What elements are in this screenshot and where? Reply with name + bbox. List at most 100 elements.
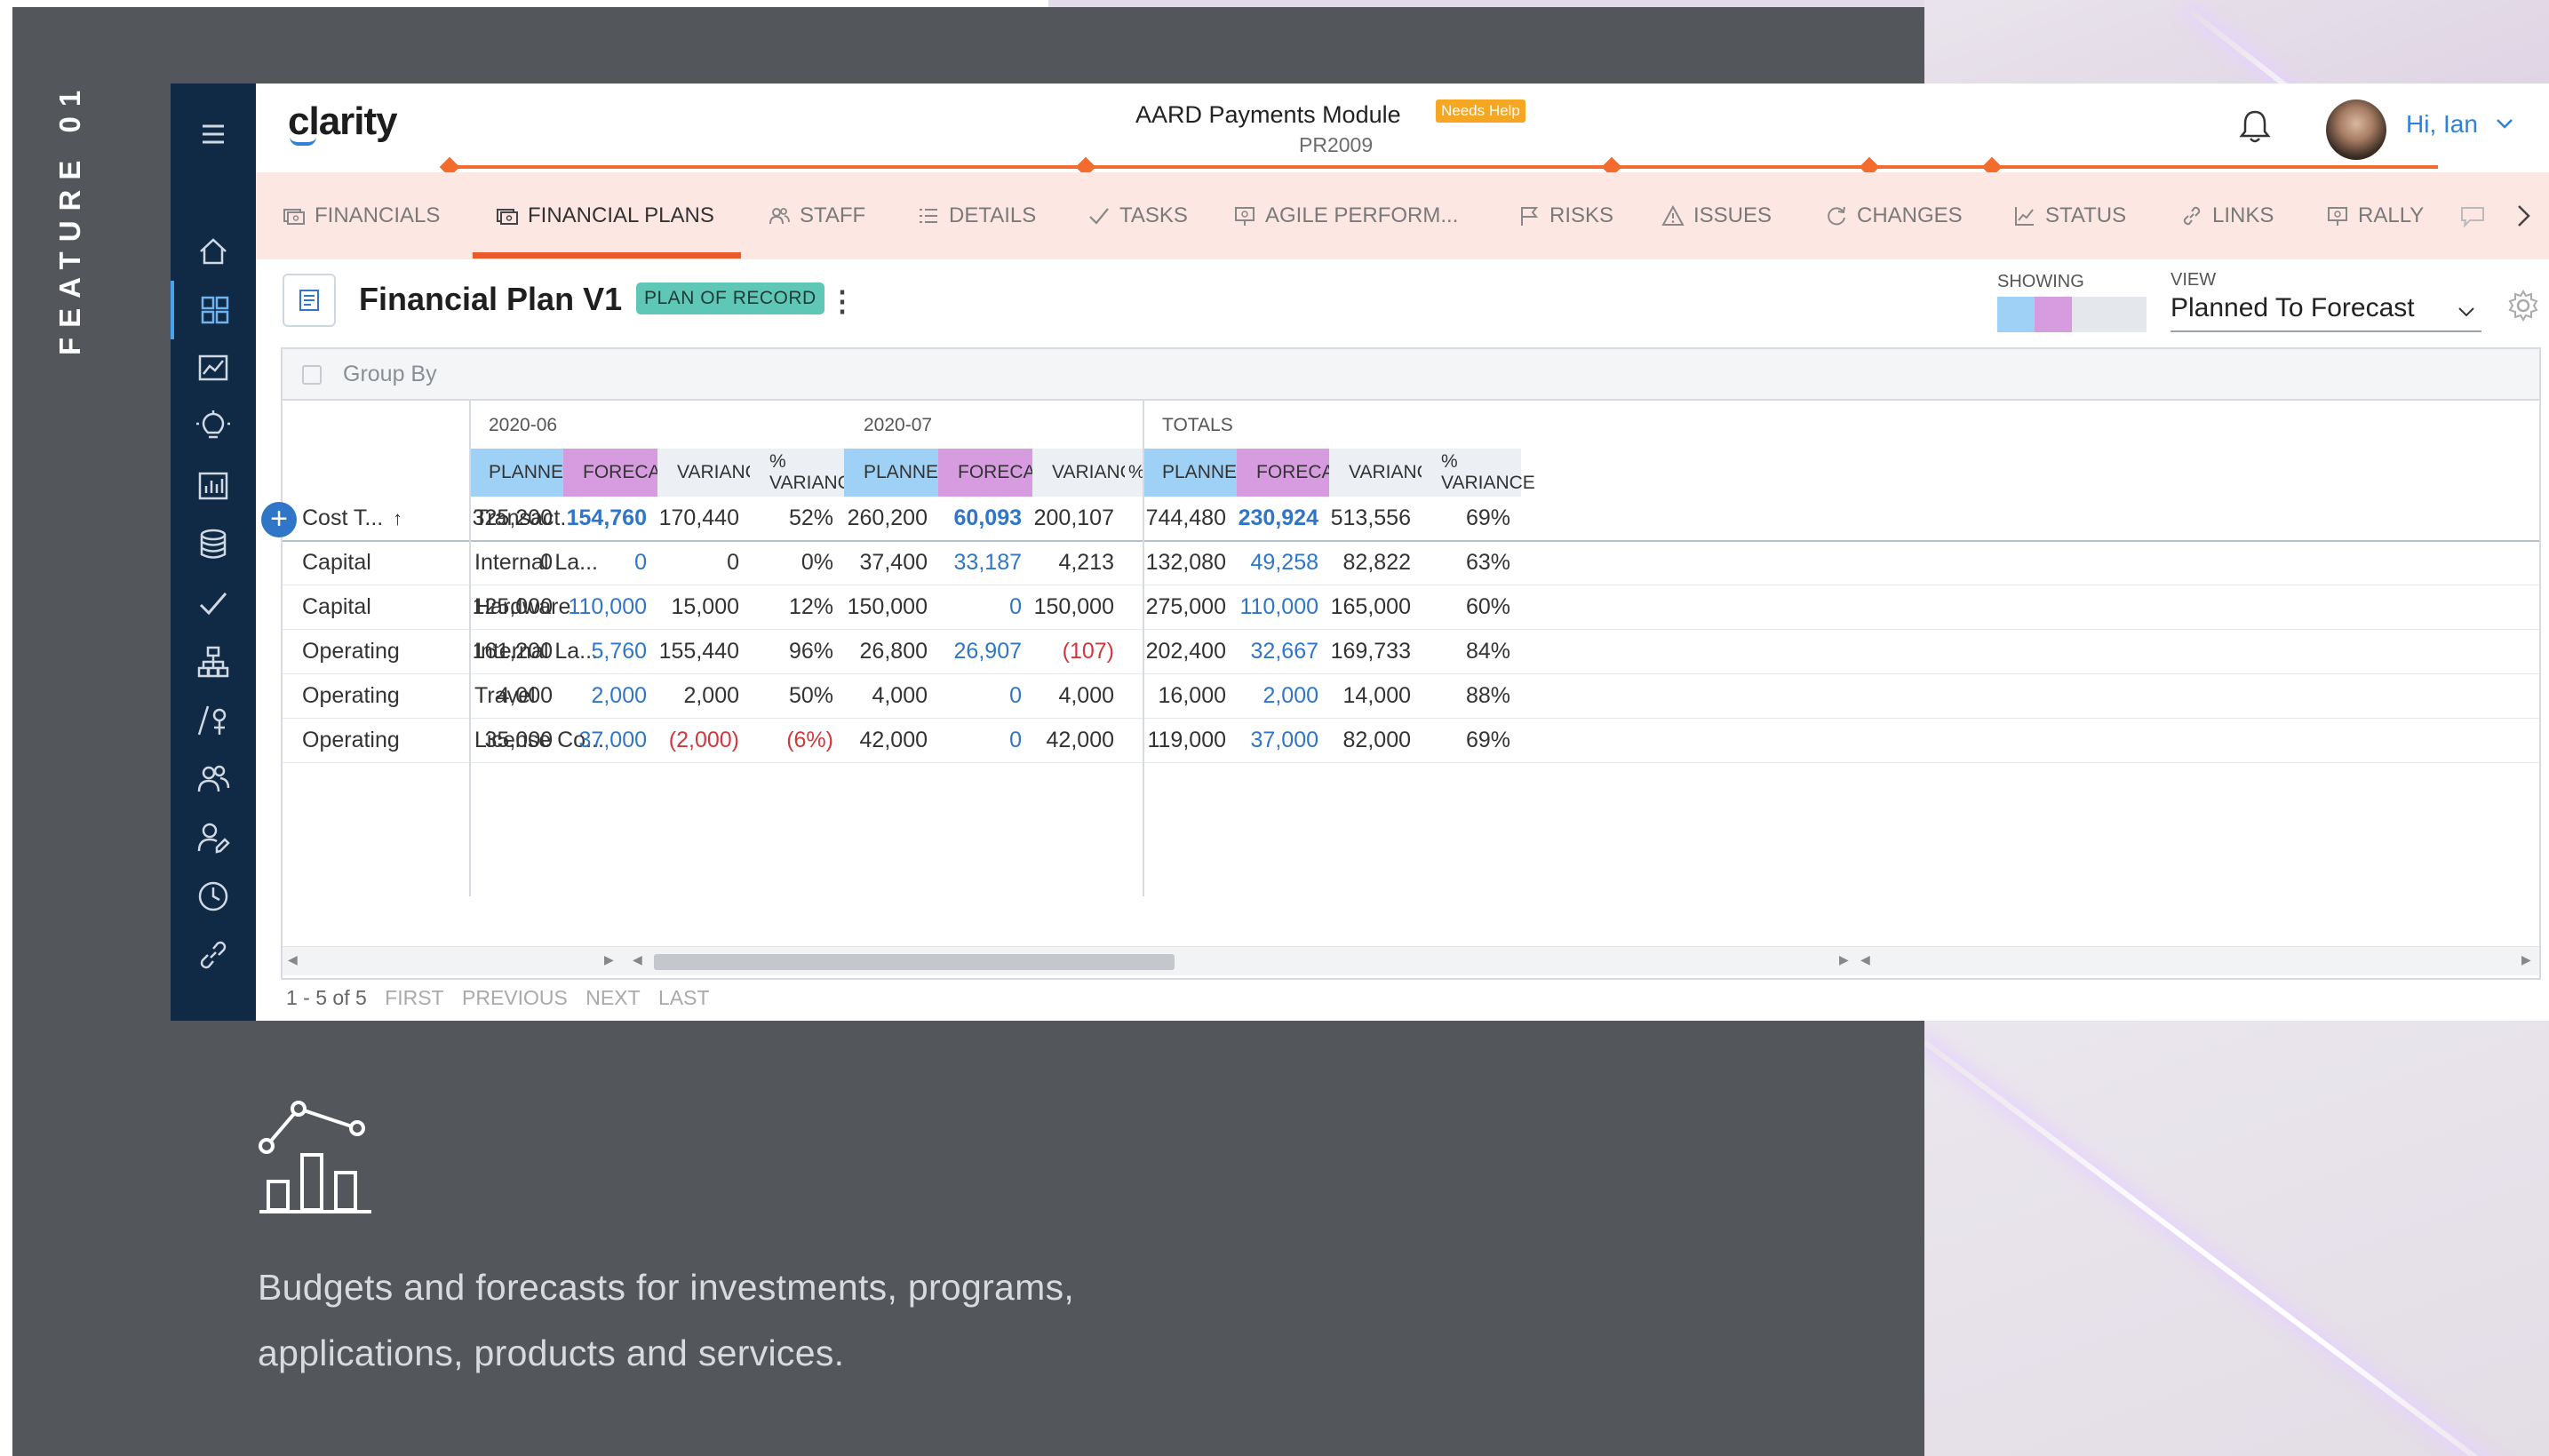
forecast-cell[interactable]: 154,760 — [563, 497, 647, 540]
last-page-link[interactable]: LAST — [658, 986, 710, 1009]
forecast-cell[interactable]: 32,667 — [1237, 630, 1318, 673]
scroll-right-arrow[interactable]: ▶ — [604, 952, 614, 967]
horizontal-scrollbar[interactable]: ◀ ▶ ◀ ▶ ◀ ▶ — [283, 946, 2539, 975]
kebab-menu-icon[interactable]: ⋮ — [828, 284, 856, 318]
next-page-link[interactable]: NEXT — [585, 986, 640, 1009]
user-edit-icon — [197, 823, 230, 854]
sidebar-item-user-edit[interactable] — [171, 808, 256, 867]
gear-icon[interactable] — [2505, 288, 2541, 323]
forecast-cell[interactable]: 110,000 — [563, 585, 647, 629]
forecast-cell[interactable]: 26,907 — [938, 630, 1022, 673]
tab-tasks[interactable]: TASKS — [1087, 172, 1188, 259]
chevron-right-icon[interactable] — [2513, 203, 2534, 229]
user-greeting[interactable]: Hi, Ian — [2406, 110, 2478, 139]
money-icon — [283, 209, 305, 225]
column-header[interactable]: % VARIANCE — [750, 449, 864, 497]
scroll-left-arrow[interactable]: ◀ — [633, 952, 642, 967]
table-row[interactable]: Operating Travel 4,000 2,000 2,000 50% 4,000 0 4… — [283, 674, 2539, 719]
sidebar-item-lightbulb[interactable] — [171, 398, 256, 457]
showing-swatch-pct-variance[interactable] — [2109, 297, 2147, 332]
forecast-cell[interactable]: 0 — [938, 585, 1022, 629]
group-by-icon — [302, 365, 322, 385]
showing-swatch-planned[interactable] — [1997, 297, 2035, 332]
sidebar-item-team[interactable] — [171, 750, 256, 808]
bell-icon[interactable] — [2234, 105, 2276, 147]
tab-status[interactable]: STATUS — [2013, 172, 2126, 259]
tab-links[interactable]: LINKS — [2180, 172, 2274, 259]
value-cell: 0% — [801, 550, 833, 575]
showing-color-toggle[interactable] — [1997, 297, 2147, 332]
tab-changes[interactable]: CHANGES — [1825, 172, 1963, 259]
first-page-link[interactable]: FIRST — [385, 986, 443, 1009]
forecast-cell[interactable]: 49,258 — [1237, 541, 1318, 585]
forecast-cell[interactable]: 0 — [938, 719, 1022, 762]
showing-swatch-variance[interactable] — [2072, 297, 2109, 332]
sidebar-item-database[interactable] — [171, 515, 256, 574]
page-title: Financial Plan V1 — [359, 281, 623, 317]
column-header[interactable]: FORECAST — [938, 449, 1059, 497]
scroll-left-arrow[interactable]: ◀ — [1860, 952, 1870, 967]
forecast-cell[interactable]: 2,000 — [1237, 674, 1318, 718]
forecast-cell[interactable]: 5,760 — [563, 630, 647, 673]
previous-page-link[interactable]: PREVIOUS — [462, 986, 568, 1009]
tab-staff[interactable]: STAFF — [768, 172, 865, 259]
column-header[interactable]: PLANNED — [844, 449, 952, 497]
tab-risks[interactable]: RISKS — [1517, 172, 1613, 259]
column-header[interactable]: % — [1125, 449, 1145, 497]
sidebar-item-bar-chart[interactable] — [171, 457, 256, 515]
showing-swatch-forecast[interactable] — [2035, 297, 2072, 332]
table-header-row: + Cost T... ↑ Transact... 325,200 154,760 170,… — [261, 497, 2539, 542]
scroll-right-arrow[interactable]: ▶ — [1839, 952, 1849, 967]
forecast-cell[interactable]: 60,093 — [938, 497, 1022, 540]
column-header[interactable]: VARIANCE — [1032, 449, 1146, 497]
sidebar-item-checkmark[interactable] — [171, 574, 256, 633]
table-row[interactable]: Capital Internal La... 0 0 0 0% 37,400 33,187 4,… — [283, 541, 2539, 585]
column-header[interactable]: VARIANCE — [657, 449, 771, 497]
comment-icon[interactable] — [2459, 204, 2486, 227]
value-cell: 0 — [727, 550, 739, 575]
sidebar-item-dashboard-grid[interactable] — [171, 281, 256, 339]
forecast-cell[interactable]: 0 — [563, 541, 647, 585]
sidebar-item-clock[interactable] — [171, 867, 256, 926]
forecast-cell[interactable]: 37,000 — [1237, 719, 1318, 762]
forecast-cell[interactable]: 37,000 — [563, 719, 647, 762]
avatar[interactable] — [2326, 99, 2386, 160]
sidebar-item-hierarchy[interactable] — [171, 633, 256, 691]
forecast-cell[interactable]: 0 — [938, 674, 1022, 718]
scroll-left-arrow[interactable]: ◀ — [288, 952, 298, 967]
chevron-down-icon[interactable] — [2495, 114, 2514, 133]
scrollbar-thumb[interactable] — [654, 954, 1175, 970]
hamburger-menu-icon[interactable] — [171, 105, 256, 163]
column-header[interactable]: FORECAST — [1237, 449, 1358, 497]
column-header[interactable]: % VARIANCE — [1422, 449, 1535, 497]
sidebar-item-roadmap[interactable] — [171, 691, 256, 750]
view-select[interactable]: Planned To Forecast — [2171, 293, 2481, 332]
forecast-cell[interactable]: 110,000 — [1237, 585, 1318, 629]
column-header[interactable]: VARIANCE — [1329, 449, 1443, 497]
column-header[interactable]: PLANNED — [469, 449, 577, 497]
tab-issues[interactable]: ISSUES — [1661, 172, 1772, 259]
sidebar-item-trend-chart[interactable] — [171, 339, 256, 398]
tab-details[interactable]: DETAILS — [917, 172, 1036, 259]
tab-financial-plans[interactable]: FINANCIAL PLANS — [496, 172, 714, 259]
tab-agile-performance[interactable]: AGILE PERFORM... — [1233, 172, 1458, 259]
sort-ascending-icon[interactable]: ↑ — [393, 497, 402, 540]
table-row[interactable]: Operating Internal La... 161,200 5,760 155,4… — [283, 630, 2539, 674]
table-row[interactable]: Operating License Co... 35,000 37,000 (2,000… — [283, 719, 2539, 763]
column-header[interactable]: PLANNED — [1143, 449, 1250, 497]
document-icon[interactable] — [283, 274, 336, 327]
forecast-cell[interactable]: 33,187 — [938, 541, 1022, 585]
scroll-right-arrow[interactable]: ▶ — [2521, 952, 2531, 967]
group-by-bar[interactable]: Group By — [283, 349, 2539, 401]
forecast-cell[interactable]: 230,924 — [1237, 497, 1318, 540]
table-row[interactable]: Capital Hardware 125,000 110,000 15,000 12% 15… — [283, 585, 2539, 630]
cost-type-header[interactable]: Cost T... — [302, 497, 383, 540]
add-row-button[interactable]: + — [261, 502, 297, 537]
sidebar-item-link[interactable] — [171, 926, 256, 984]
tab-financials[interactable]: FINANCIALS — [283, 172, 440, 259]
forecast-cell[interactable]: 2,000 — [563, 674, 647, 718]
chevron-down-icon — [2458, 307, 2474, 317]
sidebar-item-home[interactable] — [171, 222, 256, 281]
tab-rally[interactable]: RALLY — [2326, 172, 2424, 259]
column-header[interactable]: FORECAST — [563, 449, 684, 497]
